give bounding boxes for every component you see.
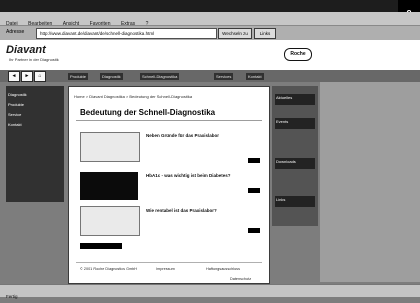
nav-item[interactable]: Kontakt — [246, 73, 264, 80]
nav-item[interactable]: Schnell-Diagnostika — [140, 73, 180, 80]
links-button[interactable]: Links — [254, 28, 276, 39]
sidebar-item[interactable]: Service — [8, 112, 60, 117]
site-header — [0, 40, 420, 70]
nav-item[interactable]: Produkte — [68, 73, 89, 80]
address-label: Adresse — [6, 29, 25, 35]
status-bar: Fertig — [0, 284, 420, 299]
more-arrow-icon[interactable] — [248, 228, 260, 233]
divider — [76, 120, 262, 121]
article-title[interactable]: Wie rentabel ist das Praxislabor? — [146, 208, 217, 213]
page-title: Bedeutung der Schnell-Diagnostika — [80, 108, 216, 117]
forward-icon[interactable]: ► — [21, 71, 33, 82]
sidebar-box[interactable]: Links — [275, 196, 315, 207]
copyright-text: © 2001 Roche Diagnostics GmbH — [80, 267, 138, 271]
nav-item[interactable]: Diagnostik — [100, 73, 123, 80]
article-title[interactable]: Neben Gründe für das Praxislabor — [146, 133, 219, 138]
article-thumbnail[interactable] — [80, 132, 140, 162]
more-arrow-icon[interactable] — [248, 188, 260, 193]
window-titlebar — [0, 0, 420, 12]
article-thumbnail[interactable] — [80, 206, 140, 236]
sidebar-item[interactable]: Kontakt — [8, 122, 60, 127]
go-button[interactable]: Wechseln zu — [218, 28, 252, 39]
divider — [76, 262, 262, 263]
sidebar-box[interactable]: Events — [275, 118, 315, 129]
menu-bar: Datei Bearbeiten Ansicht Favoriten Extra… — [0, 12, 420, 27]
sidebar-item[interactable]: Produkte — [8, 102, 60, 107]
article-thumbnail[interactable] — [80, 172, 138, 200]
site-logo[interactable]: Diavant — [6, 44, 46, 56]
site-nav — [0, 70, 420, 82]
status-text: Fertig — [6, 294, 18, 299]
partner-logo[interactable]: Roche — [284, 48, 312, 61]
article-title[interactable]: HbA1c - was wichtig ist beim Diabetes? — [146, 173, 231, 178]
site-tagline: Ihr Partner in der Diagnostik — [9, 57, 59, 62]
footer-link[interactable]: Haftungsausschluss — [206, 267, 240, 271]
footer-link[interactable]: Impressum — [156, 267, 175, 271]
section-bar — [80, 243, 122, 249]
sidebar-item[interactable]: Diagnostik — [8, 92, 60, 97]
sidebar-box[interactable]: Aktuelles — [275, 94, 315, 105]
sidebar-box[interactable]: Downloads — [275, 158, 315, 169]
nav-item[interactable]: Services — [214, 73, 234, 80]
breadcrumb[interactable]: Home > Diavant Diagnostika > Bedeutung d… — [74, 94, 192, 99]
address-input[interactable]: http://www.diavant.de/diavant/de/schnell… — [36, 28, 217, 39]
footer-link[interactable]: Datenschutz — [230, 277, 251, 281]
back-icon[interactable]: ◄ — [8, 71, 20, 82]
home-icon[interactable]: ⌂ — [34, 71, 46, 82]
page-background — [320, 82, 420, 282]
more-arrow-icon[interactable] — [248, 158, 260, 163]
